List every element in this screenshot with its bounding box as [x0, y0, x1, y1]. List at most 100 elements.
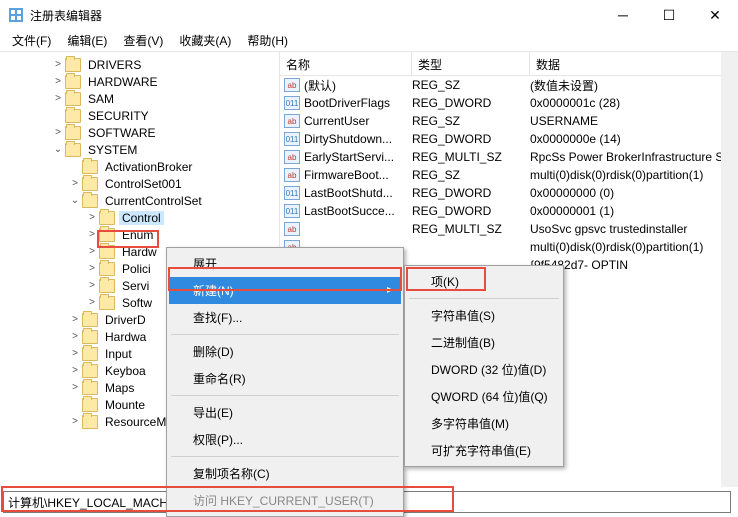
tree-node[interactable]: DRIVERS — [0, 56, 279, 73]
reg-string-icon: ab — [284, 114, 300, 128]
caret-icon[interactable] — [85, 229, 99, 240]
caret-icon[interactable] — [68, 314, 82, 325]
folder-icon — [82, 347, 98, 361]
list-row[interactable]: abREG_MULTI_SZUsoSvc gpsvc trustedinstal… — [280, 220, 738, 238]
ctx-permissions[interactable]: 权限(P)... — [169, 426, 401, 453]
minimize-button[interactable]: ─ — [600, 0, 646, 30]
menu-file[interactable]: 文件(F) — [4, 30, 59, 51]
folder-icon — [99, 296, 115, 310]
sub-key[interactable]: 项(K) — [407, 268, 561, 295]
tree-node[interactable]: SAM — [0, 90, 279, 107]
caret-icon[interactable] — [68, 382, 82, 393]
caret-icon[interactable] — [85, 280, 99, 291]
tree-label: Input — [102, 347, 135, 361]
caret-icon[interactable] — [51, 93, 65, 104]
caret-icon[interactable] — [68, 195, 82, 206]
tree-node[interactable]: SYSTEM — [0, 141, 279, 158]
cell-type: REG_DWORD — [412, 186, 530, 200]
caret-icon[interactable] — [68, 161, 82, 172]
caret-icon[interactable] — [68, 365, 82, 376]
ctx-find[interactable]: 查找(F)... — [169, 304, 401, 331]
ctx-rename[interactable]: 重命名(R) — [169, 365, 401, 392]
tree-node[interactable]: Control — [0, 209, 279, 226]
cell-name: LastBootShutd... — [304, 186, 412, 200]
caret-icon[interactable] — [68, 331, 82, 342]
caret-icon[interactable] — [51, 76, 65, 87]
folder-icon — [82, 177, 98, 191]
tree-label: Maps — [102, 381, 137, 395]
caret-icon[interactable] — [68, 178, 82, 189]
caret-icon[interactable] — [85, 297, 99, 308]
folder-icon — [82, 364, 98, 378]
list-scrollbar[interactable] — [721, 52, 738, 487]
col-header-type[interactable]: 类型 — [412, 52, 530, 75]
caret-icon[interactable] — [85, 263, 99, 274]
list-row[interactable]: 011DirtyShutdown...REG_DWORD0x0000000e (… — [280, 130, 738, 148]
caret-icon[interactable] — [68, 416, 82, 427]
list-row[interactable]: ab(默认)REG_SZ(数值未设置) — [280, 76, 738, 94]
tree-node[interactable]: SECURITY — [0, 107, 279, 124]
list-row[interactable]: 011LastBootShutd...REG_DWORD0x00000000 (… — [280, 184, 738, 202]
cell-name: EarlyStartServi... — [304, 150, 412, 164]
folder-icon — [65, 75, 81, 89]
caret-icon[interactable] — [51, 144, 65, 155]
tree-node[interactable]: HARDWARE — [0, 73, 279, 90]
ctx-separator — [171, 456, 399, 457]
cell-type: REG_SZ — [412, 114, 530, 128]
folder-icon — [82, 330, 98, 344]
tree-label: ActivationBroker — [102, 160, 195, 174]
caret-icon[interactable] — [68, 399, 82, 410]
tree-node[interactable]: ControlSet001 — [0, 175, 279, 192]
ctx-goto-hkcu[interactable]: 访问 HKEY_CURRENT_USER(T) — [169, 487, 401, 514]
tree-node[interactable]: Enum — [0, 226, 279, 243]
tree-label: Keyboa — [102, 364, 149, 378]
ctx-export[interactable]: 导出(E) — [169, 399, 401, 426]
menu-favorites[interactable]: 收藏夹(A) — [171, 30, 239, 51]
cell-data: (数值未设置) — [530, 77, 738, 94]
sub-dword[interactable]: DWORD (32 位)值(D) — [407, 356, 561, 383]
sub-multi-string[interactable]: 多字符串值(M) — [407, 410, 561, 437]
sub-qword[interactable]: QWORD (64 位)值(Q) — [407, 383, 561, 410]
list-row[interactable]: 011LastBootSucce...REG_DWORD0x00000001 (… — [280, 202, 738, 220]
tree-label: Hardw — [119, 245, 160, 259]
cell-data: 0x0000001c (28) — [530, 96, 738, 110]
menu-help[interactable]: 帮助(H) — [239, 30, 296, 51]
list-row[interactable]: abFirmwareBoot...REG_SZmulti(0)disk(0)rd… — [280, 166, 738, 184]
col-header-name[interactable]: 名称 — [280, 52, 412, 75]
window-title: 注册表编辑器 — [30, 7, 600, 24]
folder-icon — [82, 398, 98, 412]
reg-string-icon: ab — [284, 78, 300, 92]
caret-icon[interactable] — [51, 59, 65, 70]
caret-icon[interactable] — [51, 127, 65, 138]
tree-node[interactable]: SOFTWARE — [0, 124, 279, 141]
reg-string-icon: ab — [284, 150, 300, 164]
list-row[interactable]: abCurrentUserREG_SZUSERNAME — [280, 112, 738, 130]
cell-name: FirmwareBoot... — [304, 168, 412, 182]
folder-icon — [65, 58, 81, 72]
sub-string[interactable]: 字符串值(S) — [407, 302, 561, 329]
col-header-data[interactable]: 数据 — [530, 52, 738, 75]
caret-icon[interactable] — [85, 212, 99, 223]
tree-node[interactable]: ActivationBroker — [0, 158, 279, 175]
ctx-delete[interactable]: 删除(D) — [169, 338, 401, 365]
menu-view[interactable]: 查看(V) — [115, 30, 171, 51]
menu-edit[interactable]: 编辑(E) — [59, 30, 115, 51]
caret-icon[interactable] — [85, 246, 99, 257]
close-button[interactable]: ✕ — [692, 0, 738, 30]
list-row[interactable]: abEarlyStartServi...REG_MULTI_SZRpcSs Po… — [280, 148, 738, 166]
list-row[interactable]: 011BootDriverFlagsREG_DWORD0x0000001c (2… — [280, 94, 738, 112]
tree-node[interactable]: CurrentControlSet — [0, 192, 279, 209]
folder-icon — [82, 381, 98, 395]
sub-binary[interactable]: 二进制值(B) — [407, 329, 561, 356]
sub-expandable-string[interactable]: 可扩充字符串值(E) — [407, 437, 561, 464]
tree-label: Polici — [119, 262, 154, 276]
tree-label: CurrentControlSet — [102, 194, 205, 208]
ctx-expand[interactable]: 展开 — [169, 250, 401, 277]
caret-icon[interactable] — [51, 110, 65, 121]
ctx-new[interactable]: 新建(N)▸ — [169, 277, 401, 304]
caret-icon[interactable] — [68, 348, 82, 359]
reg-string-icon: ab — [284, 168, 300, 182]
ctx-separator — [171, 395, 399, 396]
maximize-button[interactable]: ☐ — [646, 0, 692, 30]
ctx-copy-key-name[interactable]: 复制项名称(C) — [169, 460, 401, 487]
